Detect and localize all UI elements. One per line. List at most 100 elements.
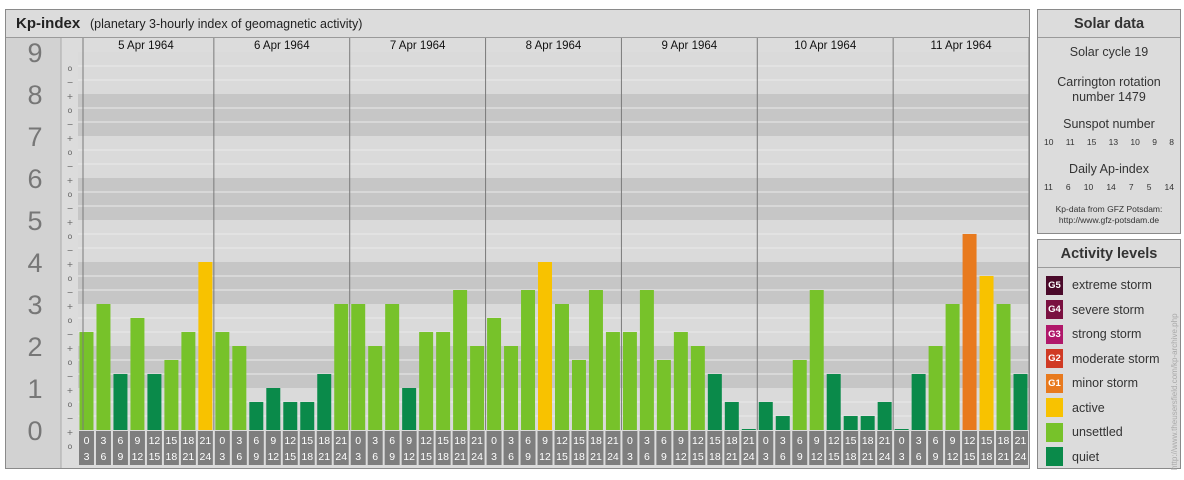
hour-end-label: 21 [590,451,602,463]
hour-end-label: 15 [828,451,840,463]
kp-bar [351,304,366,430]
kp-bar [877,401,892,430]
band-kp-3 [78,262,1029,304]
hour-end-label: 3 [491,451,497,463]
hour-start-label: 0 [219,435,225,447]
kp-bar [419,332,434,430]
hour-start-label: 21 [879,435,891,447]
hour-end-label: 21 [183,451,195,463]
hour-start-label: 6 [933,435,939,447]
hour-start-label: 6 [797,435,803,447]
legend-swatch: G5 [1046,275,1063,295]
y-subtick-label: − [67,78,74,87]
y-tick-label: 2 [27,332,42,362]
sunspot-value: 15 [1086,137,1097,147]
y-tick-label: 7 [27,122,42,152]
legend-item-quiet: quiet [1046,447,1099,467]
kp-bar [283,401,298,430]
kp-bar [164,359,179,430]
day-label: 8 Apr 1964 [526,40,582,52]
kp-bar [249,401,264,430]
y-subtick-label: o [68,274,73,283]
hour-end-label: 24 [879,451,891,463]
hour-start-label: 3 [780,435,786,447]
legend-label: active [1072,400,1105,415]
hour-start-label: 21 [607,435,619,447]
kp-bar [130,317,145,430]
legend-item-moderate-storm: G2 moderate storm [1046,349,1160,369]
hour-end-label: 21 [318,451,330,463]
kp-bar [979,275,994,430]
hour-end-label: 3 [84,451,90,463]
hour-start-label: 3 [644,435,650,447]
hour-end-label: 9 [253,451,259,463]
kp-bar [96,304,111,430]
ap-value: 14 [1164,182,1174,192]
hour-start-label: 0 [627,435,633,447]
kp-bar [809,290,824,430]
y-subtick-label: − [67,162,74,171]
y-subtick-label: − [67,120,74,129]
y-subtick-label: + [67,428,74,437]
kp-bar [198,262,213,430]
day-label: 6 Apr 1964 [254,40,310,52]
kp-bar [453,290,468,430]
hour-end-label: 21 [726,451,738,463]
data-source-link[interactable]: http://www.gfz-potsdam.de [1038,215,1180,226]
hour-start-label: 12 [692,435,704,447]
activity-levels-title: Activity levels [1038,240,1180,268]
hour-end-label: 21 [998,451,1010,463]
y-subtick-label: + [67,176,74,185]
hour-start-label: 15 [166,435,178,447]
hour-start-label: 18 [318,435,330,447]
y-tick-label: 8 [27,80,42,110]
legend-swatch [1046,422,1063,442]
hour-end-label: 24 [471,451,483,463]
sunspot-value: 13 [1108,137,1119,147]
kp-bar [928,346,943,430]
ap-value: 10 [1083,182,1094,192]
day-label: 11 Apr 1964 [930,40,992,52]
day-label: 7 Apr 1964 [390,40,446,52]
kp-bar [707,374,722,430]
carrington-rotation-line1: Carrington rotation [1057,75,1161,89]
hour-end-label: 9 [797,451,803,463]
hour-start-label: 9 [406,435,412,447]
kp-bar [504,346,519,430]
legend-item-strong-storm: G3 strong storm [1046,324,1141,344]
hour-end-label: 18 [845,451,857,463]
hour-end-label: 18 [437,451,449,463]
kp-bar [571,359,586,430]
y-subtick-label: o [68,64,73,73]
legend-label: strong storm [1072,327,1142,341]
hour-end-label: 12 [947,451,959,463]
kp-bar [232,346,247,430]
kp-bar [555,304,569,430]
hour-end-label: 9 [525,451,531,463]
kp-bar [334,304,349,430]
hour-start-label: 15 [845,435,857,447]
y-subtick-label: + [67,302,74,311]
hour-end-label: 3 [899,451,905,463]
legend-item-active: active [1046,398,1105,418]
hour-start-label: 6 [661,435,667,447]
y-subtick-label: − [67,330,74,339]
y-subtick-label: + [67,344,74,353]
hour-end-label: 6 [916,451,922,463]
solar-cycle: Solar cycle 19 [1069,45,1149,59]
y-subtick-label: − [67,246,74,255]
legend-swatch: G2 [1046,349,1063,368]
y-tick-label: 0 [27,416,42,446]
hour-start-label: 15 [981,435,993,447]
hour-start-label: 9 [814,435,820,447]
y-subtick-label: o [68,148,73,157]
kp-bar [538,262,552,430]
kp-bar [588,290,603,430]
sunspot-label: Sunspot number [1063,117,1155,131]
kp-chart-panel: Kp-index (planetary 3-hourly index of ge… [5,9,1030,469]
hour-end-label: 3 [763,451,769,463]
y-tick-label: 5 [27,206,42,236]
hour-start-label: 0 [763,435,769,447]
hour-start-label: 21 [743,435,755,447]
kp-bar [300,401,315,430]
